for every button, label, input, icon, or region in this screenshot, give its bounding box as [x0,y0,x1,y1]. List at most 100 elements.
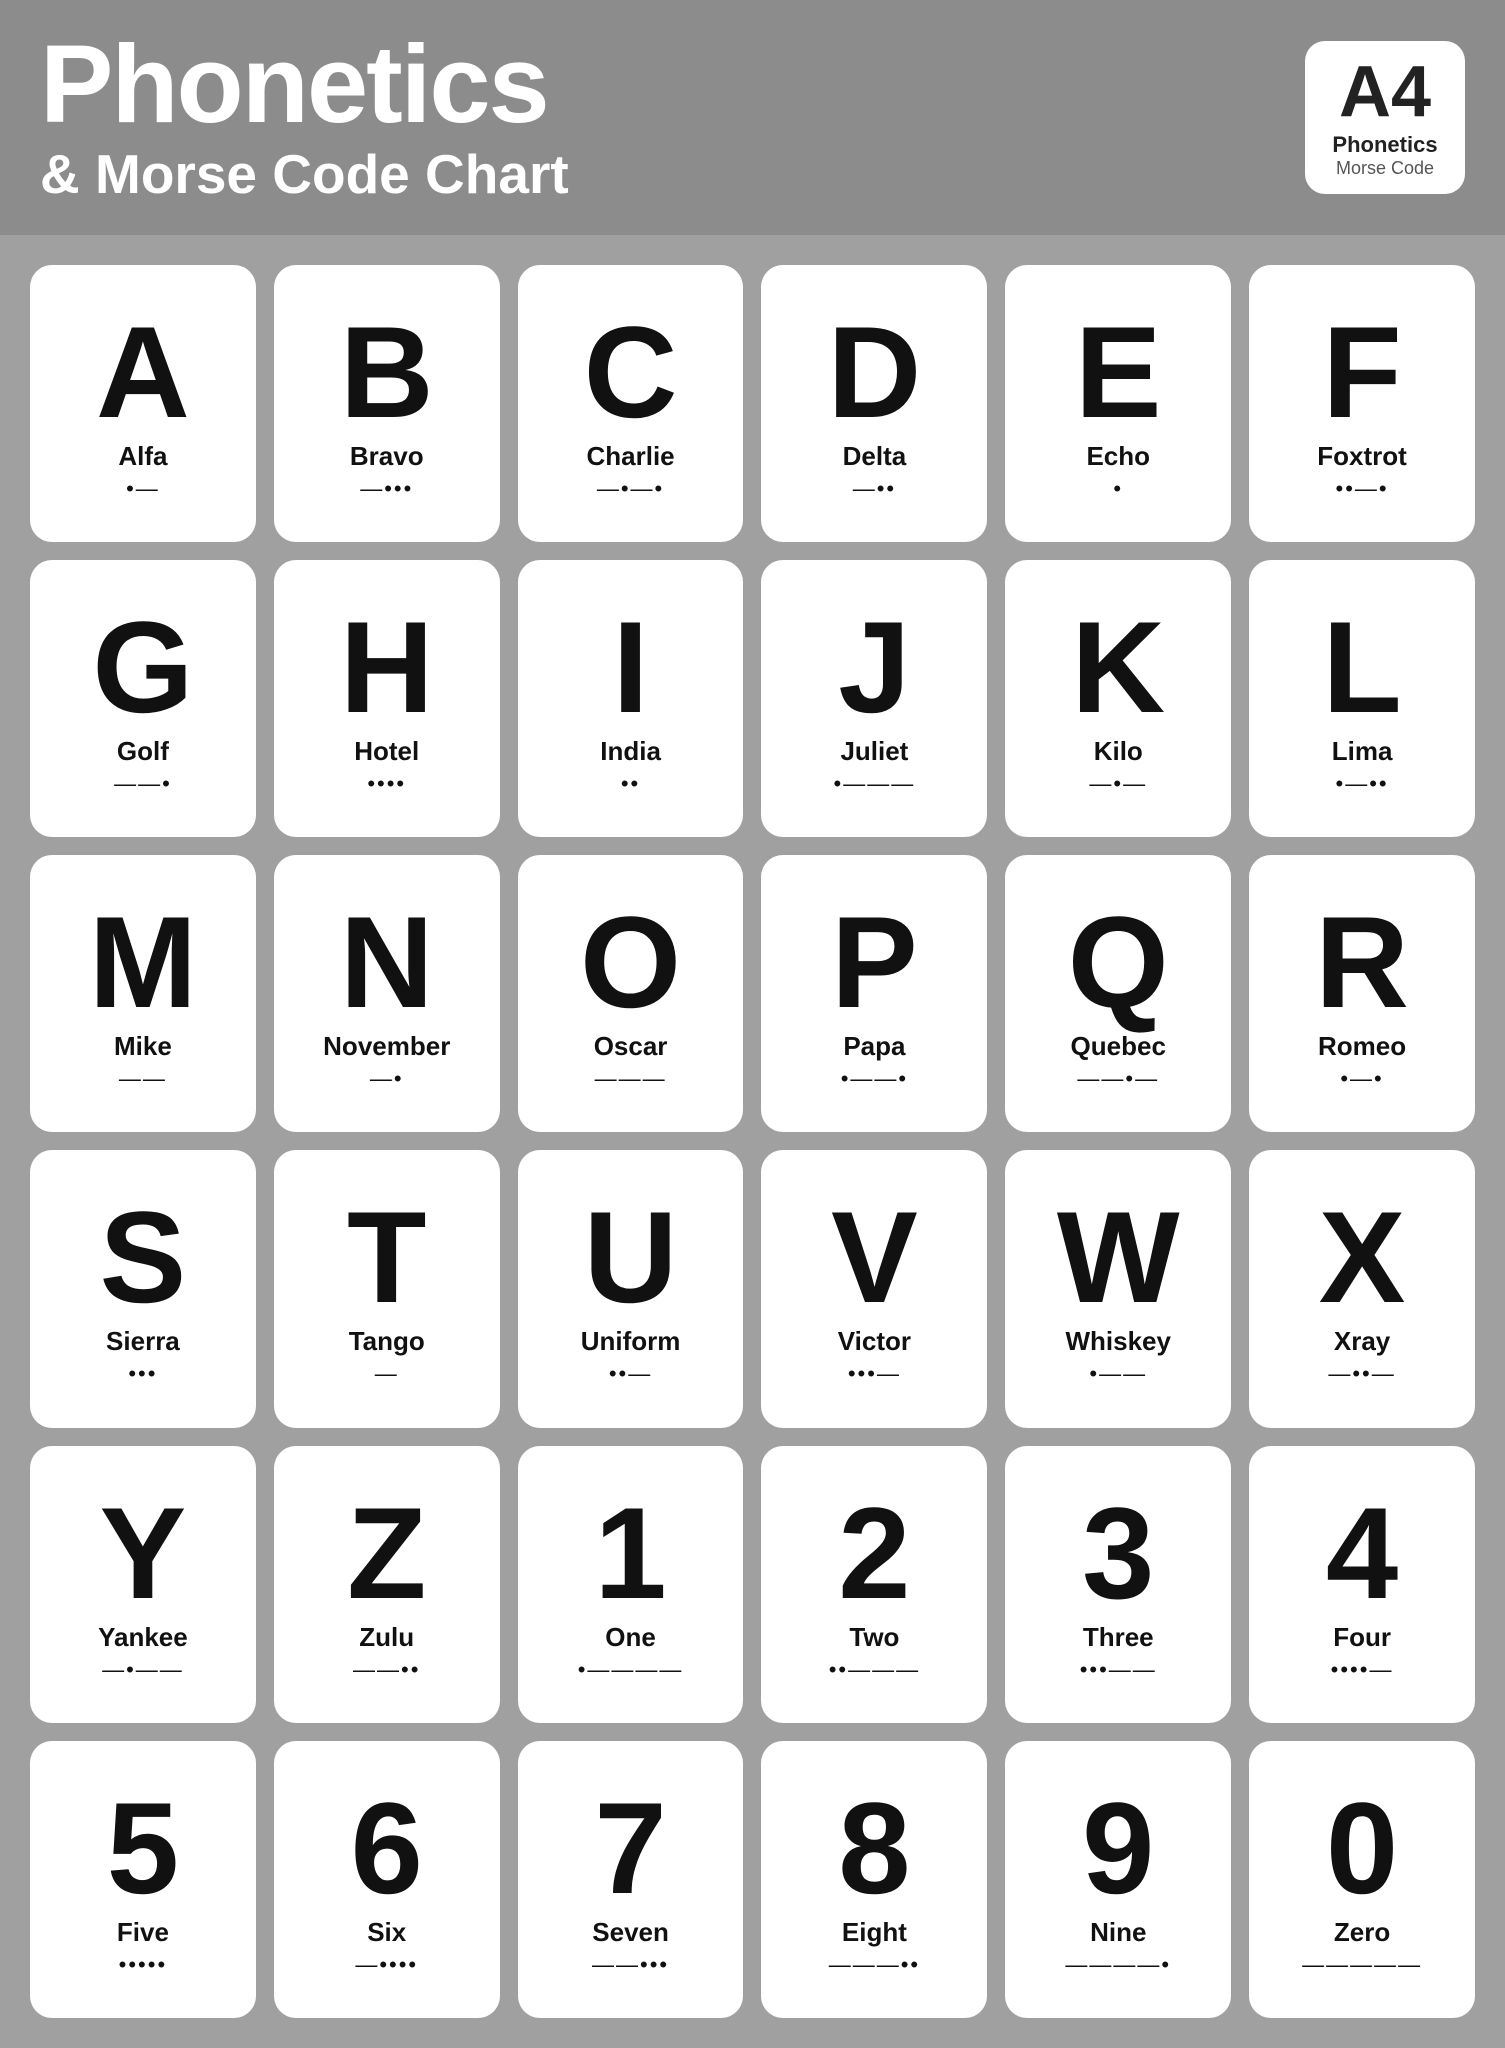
badge-morse: Morse Code [1336,158,1434,179]
card-morse: ••••— [1331,1657,1394,1683]
card-name: Seven [592,1917,669,1948]
card-e: EEcho• [1005,265,1231,542]
card-letter: T [347,1192,426,1322]
card-letter: Y [100,1488,187,1618]
card-8: 8 Eight ———•• [761,1741,987,2018]
header: Phonetics & Morse Code Chart A4 Phonetic… [0,0,1505,235]
card-morse: •—•• [1336,771,1389,797]
card-letter: X [1319,1192,1406,1322]
card-name: Echo [1086,441,1150,472]
card-letter: 7 [594,1783,666,1913]
card-a: AAlfa•— [30,265,256,542]
card-letter: J [838,602,910,732]
card-0: 0Zero————— [1249,1741,1475,2018]
card-morse: ———•• [829,1952,920,1978]
card-morse: —•••• [355,1952,418,1978]
card-name: Six [367,1917,406,1948]
card-1: 1One•———— [518,1446,744,1723]
card-morse: —•—— [102,1657,184,1683]
card-name: Foxtrot [1317,441,1407,472]
card-morse: —•— [1089,771,1147,797]
card-j: JJuliet•——— [761,560,987,837]
card-name: Tango [349,1326,425,1357]
card-letter: G [92,602,193,732]
card-name: Alfa [118,441,167,472]
card-v: VVictor•••— [761,1150,987,1427]
card-w: WWhiskey•—— [1005,1150,1231,1427]
card-letter: K [1071,602,1165,732]
card-name: Lima [1332,736,1393,767]
card-letter: I [613,602,649,732]
card-q: QQuebec——•— [1005,855,1231,1132]
card-letter: E [1075,307,1162,437]
card-d: DDelta—•• [761,265,987,542]
card-z: ZZulu——•• [274,1446,500,1723]
card-name: Golf [117,736,169,767]
badge-phonetics: Phonetics [1332,132,1437,158]
card-morse: •———— [578,1657,684,1683]
card-name: Charlie [586,441,674,472]
card-o: O Oscar ——— [518,855,744,1132]
card-name: Bravo [350,441,424,472]
card-letter: 2 [838,1488,910,1618]
card-n: NNovember—• [274,855,500,1132]
card-morse: —••• [360,476,413,502]
card-letter: O [580,897,681,1027]
card-morse: •——• [841,1066,908,1092]
card-letter: M [89,897,197,1027]
card-name: Mike [114,1031,172,1062]
card-9: 9Nine————• [1005,1741,1231,2018]
card-morse: •••— [848,1361,901,1387]
card-letter: Q [1068,897,1169,1027]
card-m: MMike—— [30,855,256,1132]
card-h: HHotel•••• [274,560,500,837]
card-letter: L [1322,602,1401,732]
header-badge: A4 Phonetics Morse Code [1305,41,1465,194]
card-name: Eight [842,1917,907,1948]
card-r: RRomeo•—• [1249,855,1475,1132]
card-f: FFoxtrot••—• [1249,265,1475,542]
card-name: Hotel [354,736,419,767]
card-morse: ••——— [829,1657,920,1683]
card-letter: D [827,307,921,437]
card-name: Oscar [594,1031,668,1062]
card-name: Whiskey [1065,1326,1171,1357]
card-name: Xray [1334,1326,1390,1357]
card-2: 2Two••——— [761,1446,987,1723]
card-morse: — [375,1361,399,1387]
card-4: 4Four••••— [1249,1446,1475,1723]
card-7: 7Seven——••• [518,1741,744,2018]
card-morse: ————• [1065,1952,1171,1978]
card-morse: ——• [114,771,172,797]
card-name: Sierra [106,1326,180,1357]
card-x: XXray—••— [1249,1150,1475,1427]
card-name: Five [117,1917,169,1948]
card-morse: ——— [595,1066,667,1092]
card-letter: F [1322,307,1401,437]
card-letter: S [100,1192,187,1322]
card-morse: ——•• [353,1657,420,1683]
card-morse: —• [370,1066,404,1092]
card-letter: H [340,602,434,732]
card-letter: 8 [838,1783,910,1913]
card-morse: •—• [1340,1066,1383,1092]
card-letter: 1 [594,1488,666,1618]
card-letter: U [584,1192,678,1322]
card-letter: N [340,897,434,1027]
card-letter: B [340,307,434,437]
card-name: India [600,736,661,767]
card-5: 5Five••••• [30,1741,256,2018]
card-morse: ••• [128,1361,157,1387]
card-name: Zulu [359,1622,414,1653]
badge-size: A4 [1339,56,1431,128]
card-name: Romeo [1318,1031,1406,1062]
card-letter: 3 [1082,1488,1154,1618]
card-morse: ————— [1302,1952,1422,1978]
card-p: PPapa•——• [761,855,987,1132]
card-name: Quebec [1071,1031,1166,1062]
card-k: KKilo—•— [1005,560,1231,837]
card-name: Zero [1334,1917,1390,1948]
card-letter: 5 [107,1783,179,1913]
card-letter: 4 [1326,1488,1398,1618]
card-g: G Golf ——• [30,560,256,837]
